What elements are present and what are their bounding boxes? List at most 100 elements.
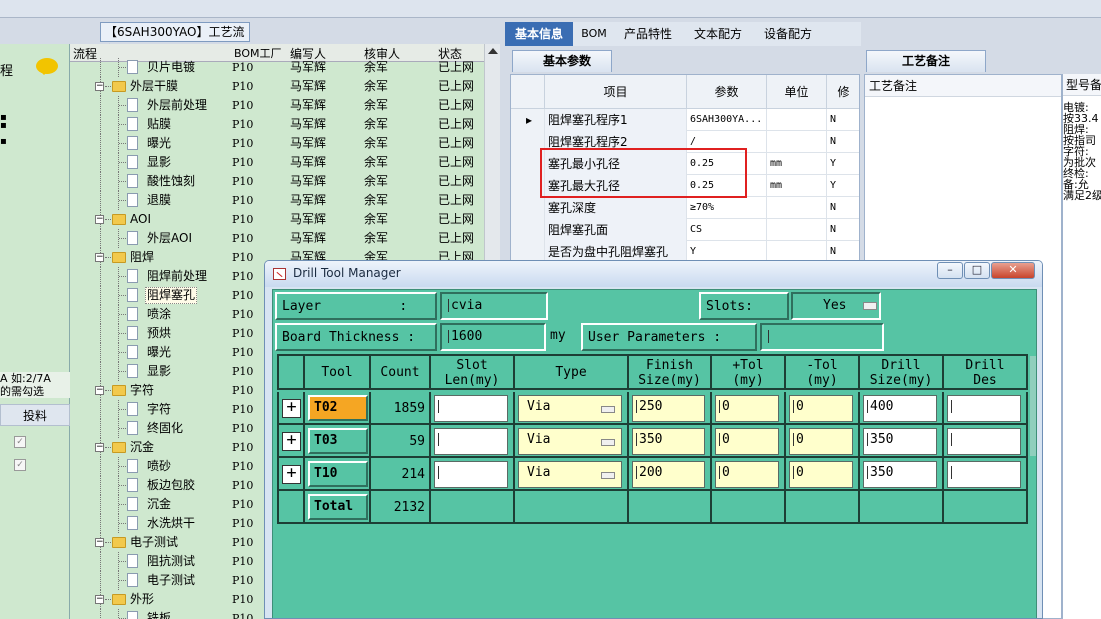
collapse-icon[interactable]: − bbox=[95, 538, 104, 547]
tree-row[interactable]: 贴膜 P10 马军辉 余军 已上网 bbox=[70, 115, 484, 134]
tool-button[interactable]: T10 bbox=[308, 461, 368, 487]
collapse-icon[interactable]: − bbox=[95, 386, 104, 395]
tree-row[interactable]: 显影 P10 马军辉 余军 已上网 bbox=[70, 153, 484, 172]
minus-tol-input[interactable]: 0 bbox=[789, 461, 853, 488]
tree-cell-reviewer: 余军 bbox=[364, 136, 389, 150]
tab-equipment-recipe[interactable]: 设备配方 bbox=[757, 22, 819, 46]
process-notes-title[interactable]: 工艺备注 bbox=[866, 50, 986, 72]
drill-des-input[interactable] bbox=[947, 461, 1021, 488]
tree-item-label: 阻焊前处理 bbox=[147, 269, 208, 283]
tree-title-tab[interactable]: 【6SAH300YAO】工艺流程 bbox=[100, 22, 250, 57]
param-row[interactable]: ▸ 阻焊塞孔程序1 6SAH300YA... N bbox=[511, 109, 859, 131]
scroll-up-icon[interactable] bbox=[488, 48, 498, 54]
tree-row[interactable]: − 外层干膜 P10 马军辉 余军 已上网 bbox=[70, 77, 484, 96]
dropdown-icon[interactable] bbox=[601, 439, 615, 446]
dropdown-icon[interactable] bbox=[863, 302, 877, 310]
count-cell: 59 bbox=[371, 425, 431, 458]
tree-cell-bom: P10 bbox=[232, 61, 254, 74]
user-parameters-field[interactable] bbox=[760, 323, 884, 351]
tree-cell-reviewer: 余军 bbox=[364, 98, 389, 112]
expand-plus-icon[interactable]: + bbox=[282, 432, 301, 451]
document-icon bbox=[127, 364, 138, 378]
tab-text-recipe[interactable]: 文本配方 bbox=[687, 22, 749, 46]
tree-row[interactable]: 贝片电镀 P10 马军辉 余军 已上网 bbox=[70, 58, 484, 77]
tree-row[interactable]: 外层前处理 P10 马军辉 余军 已上网 bbox=[70, 96, 484, 115]
chat-bubble-icon[interactable] bbox=[36, 58, 58, 75]
drill-des-input[interactable] bbox=[947, 395, 1021, 422]
maximize-button[interactable]: □ bbox=[964, 262, 990, 279]
column-header-tool: Tool bbox=[305, 354, 371, 390]
feed-checkbox[interactable]: ✓ bbox=[14, 436, 26, 448]
drill-des-input[interactable] bbox=[947, 428, 1021, 455]
layer-field[interactable]: cvia bbox=[440, 292, 548, 320]
drill-size-input[interactable]: 400 bbox=[863, 395, 937, 422]
close-button[interactable]: ✕ bbox=[991, 262, 1035, 279]
basic-params-title[interactable]: 基本参数 bbox=[512, 50, 612, 72]
tree-row[interactable]: 曝光 P10 马军辉 余军 已上网 bbox=[70, 134, 484, 153]
tree-row[interactable]: − AOI P10 马军辉 余军 已上网 bbox=[70, 210, 484, 229]
dialog-titlebar[interactable]: Drill Tool Manager – □ ✕ bbox=[265, 261, 1042, 287]
type-select-value: Via bbox=[527, 399, 551, 414]
slot-len-input[interactable] bbox=[434, 395, 508, 422]
tree-cell-status: 已上网 bbox=[438, 79, 475, 93]
slot-len-cell bbox=[431, 425, 515, 458]
tree-item-label: 贴膜 bbox=[147, 117, 172, 131]
drill-size-input[interactable]: 350 bbox=[863, 461, 937, 488]
collapse-icon[interactable]: − bbox=[95, 595, 104, 604]
param-value[interactable]: 6SAH300YA... bbox=[687, 109, 767, 131]
param-row[interactable]: 塞孔深度 ≥70% N bbox=[511, 197, 859, 219]
slot-len-input[interactable] bbox=[434, 428, 508, 455]
slots-select[interactable]: Yes bbox=[791, 292, 881, 320]
tool-button[interactable]: T02 bbox=[308, 395, 368, 421]
dropdown-icon[interactable] bbox=[601, 406, 615, 413]
tree-row[interactable]: 酸性蚀刻 P10 马军辉 余军 已上网 bbox=[70, 172, 484, 191]
dialog-scrollbar[interactable] bbox=[1030, 356, 1036, 456]
type-cell: Via bbox=[515, 458, 629, 491]
plus-tol-input[interactable]: 0 bbox=[715, 461, 779, 488]
dropdown-icon[interactable] bbox=[601, 472, 615, 479]
feed-checkbox[interactable]: ✓ bbox=[14, 459, 26, 471]
param-row[interactable]: 阻焊塞孔面 CS N bbox=[511, 219, 859, 241]
param-value[interactable]: ≥70% bbox=[687, 197, 767, 219]
type-select[interactable]: Via bbox=[518, 461, 622, 488]
drill-des-cell bbox=[944, 425, 1028, 458]
tree-item-label: 喷涂 bbox=[147, 307, 172, 321]
collapse-icon[interactable]: − bbox=[95, 82, 104, 91]
expand-plus-icon[interactable]: + bbox=[282, 465, 301, 484]
finish-size-input[interactable]: 200 bbox=[632, 461, 705, 488]
tab-product-features[interactable]: 产品特性 bbox=[617, 22, 679, 46]
drill-size-input[interactable]: 350 bbox=[863, 428, 937, 455]
collapse-icon[interactable]: − bbox=[95, 215, 104, 224]
slots-label: Slots: bbox=[699, 292, 789, 320]
tree-cell-bom: P10 bbox=[232, 327, 254, 340]
board-thickness-field[interactable]: 1600 bbox=[440, 323, 546, 351]
total-button[interactable]: Total bbox=[308, 494, 368, 520]
expand-cell: + bbox=[277, 392, 305, 425]
minimize-button[interactable]: – bbox=[937, 262, 963, 279]
tree-cell-author: 马军辉 bbox=[290, 174, 327, 188]
tree-guide-line bbox=[100, 96, 101, 115]
tree-item-label: 外层前处理 bbox=[147, 98, 208, 112]
tab-basic-info[interactable]: 基本信息 bbox=[505, 22, 573, 46]
minus-tol-input[interactable]: 0 bbox=[789, 428, 853, 455]
plus-tol-input[interactable]: 0 bbox=[715, 428, 779, 455]
tree-row[interactable]: 外层AOI P10 马军辉 余军 已上网 bbox=[70, 229, 484, 248]
collapse-icon[interactable]: − bbox=[95, 253, 104, 262]
expand-plus-icon[interactable]: + bbox=[282, 399, 301, 418]
type-select[interactable]: Via bbox=[518, 395, 622, 422]
type-select[interactable]: Via bbox=[518, 428, 622, 455]
tool-button[interactable]: T03 bbox=[308, 428, 368, 454]
total-empty-cell bbox=[944, 491, 1028, 524]
plus-tol-input[interactable]: 0 bbox=[715, 395, 779, 422]
minus-tol-input[interactable]: 0 bbox=[789, 395, 853, 422]
slot-len-input[interactable] bbox=[434, 461, 508, 488]
plus-tol-input-value: 0 bbox=[722, 432, 730, 447]
collapse-icon[interactable]: − bbox=[95, 443, 104, 452]
app-icon bbox=[273, 268, 286, 280]
tree-row[interactable]: 退膜 P10 马军辉 余军 已上网 bbox=[70, 191, 484, 210]
finish-size-input[interactable]: 350 bbox=[632, 428, 705, 455]
column-header-line2: (my) bbox=[732, 373, 764, 388]
param-value[interactable]: CS bbox=[687, 219, 767, 241]
tab-bom[interactable]: BOM bbox=[577, 22, 611, 46]
finish-size-input[interactable]: 250 bbox=[632, 395, 705, 422]
